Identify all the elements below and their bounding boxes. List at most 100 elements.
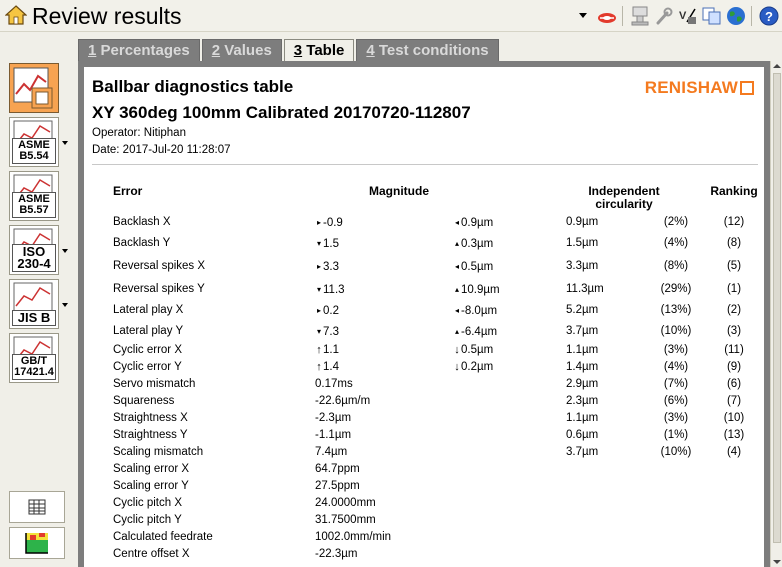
arrow-down-icon: ▾ bbox=[316, 285, 321, 294]
tab-test-conditions[interactable]: 4 Test conditions bbox=[356, 39, 499, 61]
magnitude-primary-value: 1.1 bbox=[323, 344, 339, 356]
magnitude-primary-value: 7.3 bbox=[323, 326, 339, 338]
arrow-up-icon: ▴ bbox=[454, 239, 459, 248]
ranking: (13) bbox=[723, 429, 745, 441]
standard-gbt-17421-button[interactable]: GB/T 17421.4 bbox=[9, 333, 59, 383]
magnitude-secondary: ▴ 0.3µm bbox=[453, 236, 493, 252]
ranking: (4) bbox=[726, 446, 742, 458]
chevron-down-icon[interactable] bbox=[62, 249, 68, 253]
divider bbox=[92, 164, 758, 165]
diagnostics-button[interactable] bbox=[9, 63, 59, 113]
circularity-percent: (10%) bbox=[660, 325, 692, 337]
arrow-up-icon: ▴ bbox=[454, 285, 459, 294]
machine-icon[interactable] bbox=[629, 5, 651, 27]
table-view-button[interactable] bbox=[9, 491, 65, 523]
magnitude-primary: ▾ 1.5 bbox=[315, 236, 339, 252]
magnitude-primary: ▸ 0.2 bbox=[315, 303, 339, 319]
units-icon[interactable]: V bbox=[677, 5, 699, 27]
date-text: Date: 2017-Jul-20 11:28:07 bbox=[92, 144, 231, 156]
arrow-up-icon: ↑ bbox=[316, 344, 322, 356]
magnitude-primary: ▾ 11.3 bbox=[315, 282, 345, 298]
heatmap-icon bbox=[25, 533, 48, 554]
error-name: Straightness Y bbox=[113, 429, 188, 441]
arrow-down-icon: ▾ bbox=[316, 327, 321, 336]
ranking: (12) bbox=[723, 216, 745, 228]
independent-circularity: 3.3µm bbox=[566, 260, 599, 272]
magnitude-secondary: ▴ -6.4µm bbox=[453, 324, 497, 340]
ranking: (10) bbox=[723, 412, 745, 424]
standard-label: JIS B bbox=[12, 310, 56, 326]
tab-percentages[interactable]: 1 Percentages bbox=[78, 39, 200, 61]
independent-circularity: 3.7µm bbox=[566, 446, 599, 458]
magnitude-secondary-value: 0.3µm bbox=[461, 238, 494, 250]
standard-jis-b-button[interactable]: JIS B bbox=[9, 279, 59, 329]
scrollbar-thumb[interactable] bbox=[773, 73, 781, 543]
vertical-scrollbar[interactable] bbox=[770, 61, 782, 567]
magnitude-primary-value: -0.9 bbox=[323, 217, 343, 229]
table-row: Lateral play Y ▾ 7.3 ▴ -6.4µm 3.7µm (10%) (3) bbox=[84, 324, 764, 339]
standard-asme-b557-button[interactable]: ASME B5.57 bbox=[9, 171, 59, 221]
independent-circularity: 1.1µm bbox=[566, 344, 599, 356]
magnitude-secondary-value: 0.5µm bbox=[461, 261, 494, 273]
copy-icon[interactable] bbox=[701, 5, 723, 27]
wrench-icon[interactable] bbox=[653, 5, 675, 27]
colour-map-button[interactable] bbox=[9, 527, 65, 559]
circularity-percent: (10%) bbox=[660, 446, 692, 458]
error-name: Scaling error Y bbox=[113, 480, 189, 492]
table-row: Cyclic error X ↑1.1 ↓0.5µm 1.1µm (3%) (11) bbox=[84, 343, 764, 358]
arrow-right-icon: ▸ bbox=[316, 306, 321, 315]
magnitude-primary-value: 11.3 bbox=[323, 284, 345, 296]
chevron-down-icon[interactable] bbox=[62, 141, 68, 145]
help-lifebuoy-icon[interactable] bbox=[596, 5, 618, 27]
magnitude-primary-value: 3.3 bbox=[323, 261, 339, 273]
circularity-percent: (3%) bbox=[663, 412, 689, 424]
operator-text: Operator: Nitiphan bbox=[92, 127, 186, 139]
magnitude-primary: -22.6µm/m bbox=[315, 395, 371, 407]
independent-circularity: 0.6µm bbox=[566, 429, 599, 441]
scroll-down-icon[interactable] bbox=[772, 557, 782, 567]
arrow-right-icon: ▸ bbox=[316, 218, 321, 227]
chevron-down-icon[interactable] bbox=[62, 303, 68, 307]
arrow-left-icon: ◂ bbox=[454, 218, 459, 227]
magnitude-secondary-value: 0.9µm bbox=[461, 217, 494, 229]
content-panel: Ballbar diagnostics table XY 360deg 100m… bbox=[78, 61, 770, 567]
report-title: Ballbar diagnostics table bbox=[92, 77, 294, 96]
magnitude-primary: 64.7ppm bbox=[315, 463, 360, 475]
table-row: Straightness Y -1.1µm 0.6µm (1%) (13) bbox=[84, 428, 764, 443]
help-icon[interactable]: ? bbox=[758, 5, 780, 27]
magnitude-primary: 31.7500mm bbox=[315, 514, 376, 526]
ranking: (6) bbox=[726, 378, 742, 390]
report-page: Ballbar diagnostics table XY 360deg 100m… bbox=[84, 67, 764, 567]
diagnostics-icon bbox=[13, 67, 53, 109]
arrow-down-icon: ↓ bbox=[454, 361, 460, 373]
error-name: Scaling mismatch bbox=[113, 446, 204, 458]
scroll-up-icon[interactable] bbox=[772, 61, 782, 71]
error-name: Reversal spikes X bbox=[113, 260, 206, 272]
magnitude-primary: ↑1.1 bbox=[315, 343, 339, 358]
table-row: Squareness -22.6µm/m 2.3µm (6%) (7) bbox=[84, 394, 764, 409]
magnitude-secondary-value: -6.4µm bbox=[461, 326, 498, 338]
magnitude-primary-value: 1.5 bbox=[323, 238, 339, 250]
error-name: Straightness X bbox=[113, 412, 188, 424]
magnitude-secondary: ▴ 10.9µm bbox=[453, 282, 500, 298]
home-icon[interactable] bbox=[5, 4, 27, 26]
circularity-percent: (4%) bbox=[663, 361, 689, 373]
table-row: Centre offset X -22.3µm bbox=[84, 547, 764, 562]
error-name: Scaling error X bbox=[113, 463, 190, 475]
chevron-down-icon[interactable] bbox=[572, 5, 594, 27]
magnitude-primary: ▸ 3.3 bbox=[315, 259, 339, 275]
circularity-percent: (6%) bbox=[663, 395, 689, 407]
standard-iso-230-4-button[interactable]: ISO 230-4 bbox=[9, 225, 59, 275]
circularity-percent: (3%) bbox=[663, 344, 689, 356]
renishaw-logo-icon bbox=[740, 81, 754, 95]
tab-values[interactable]: 2 Values bbox=[201, 39, 282, 61]
svg-text:?: ? bbox=[765, 9, 773, 24]
magnitude-primary: -2.3µm bbox=[315, 412, 352, 424]
magnitude-primary: 24.0000mm bbox=[315, 497, 376, 509]
globe-icon[interactable] bbox=[725, 5, 747, 27]
table-row: Lateral play X ▸ 0.2 ◂ -8.0µm 5.2µm (13%) (2) bbox=[84, 303, 764, 318]
tab-table[interactable]: 3 Table bbox=[283, 39, 355, 62]
error-name: Cyclic pitch Y bbox=[113, 514, 182, 526]
standard-asme-b554-button[interactable]: ASME B5.54 bbox=[9, 117, 59, 167]
ranking: (7) bbox=[726, 395, 742, 407]
